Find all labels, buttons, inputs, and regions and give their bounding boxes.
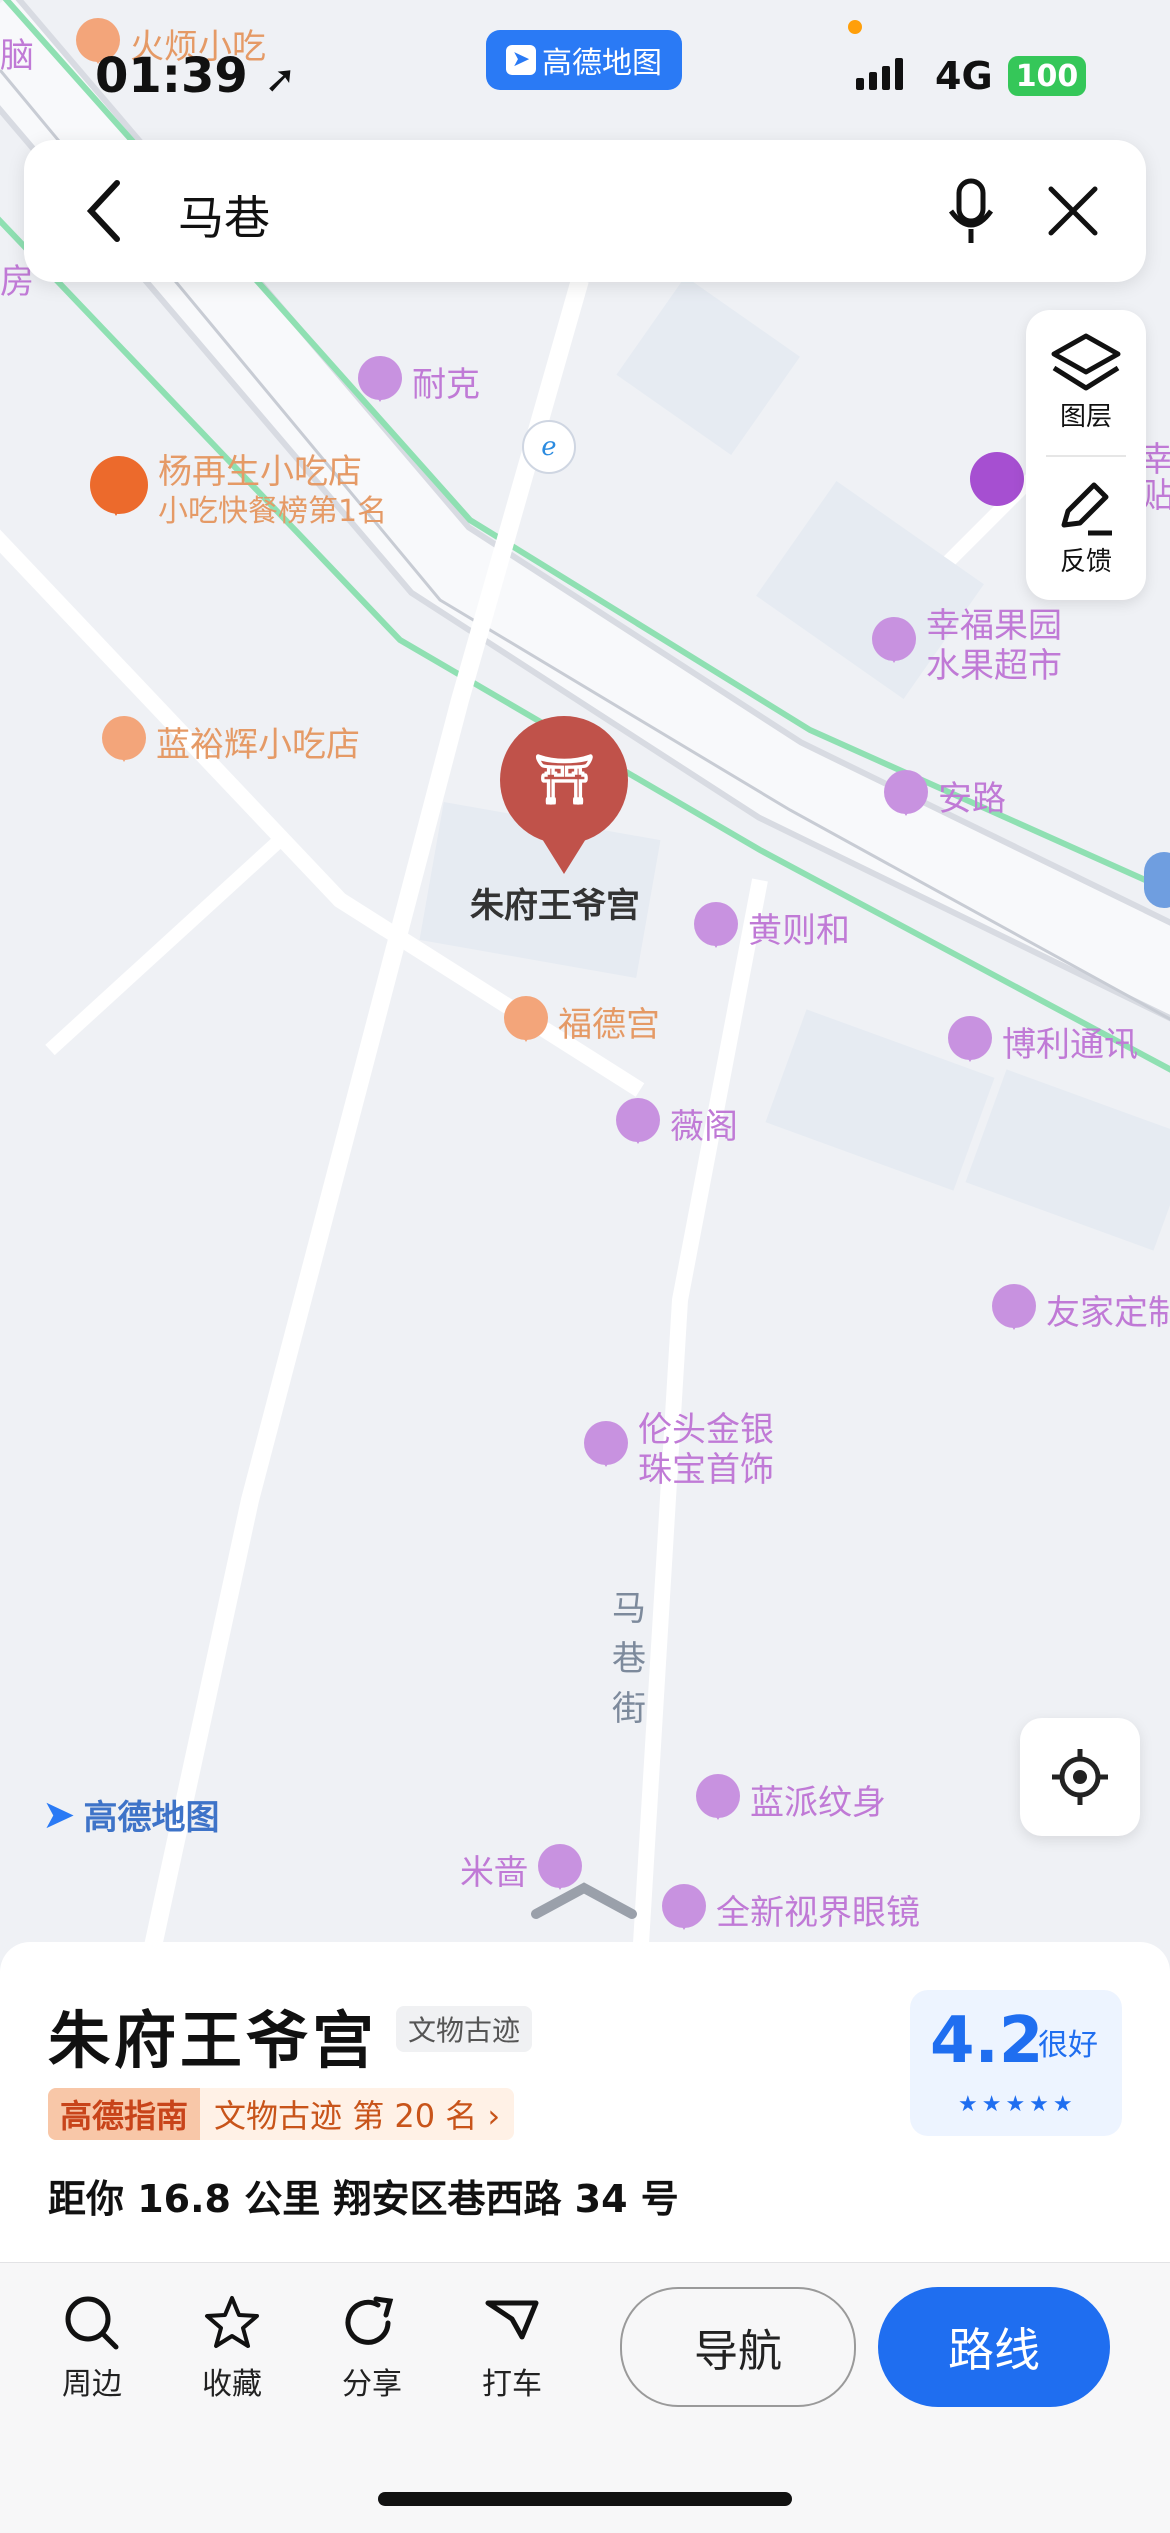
layers-button[interactable]: 图层	[1026, 310, 1146, 455]
amap-app-icon: ➤	[506, 45, 536, 75]
edit-icon	[1061, 482, 1112, 536]
microphone-icon	[948, 178, 994, 243]
shop-pin-icon	[582, 1421, 630, 1479]
rating-score: 4.2	[930, 2004, 1044, 2078]
search-icon	[65, 2296, 119, 2350]
locate-me-button[interactable]	[1020, 1718, 1140, 1836]
layers-icon	[1051, 333, 1121, 391]
right-edge-marker	[1144, 852, 1170, 908]
home-indicator[interactable]	[378, 2492, 792, 2506]
poi-xingfu-guoyuan[interactable]: 幸福果园 水果超市	[870, 606, 1062, 686]
route-button[interactable]: 路线	[878, 2287, 1110, 2407]
search-input[interactable]: 马巷	[178, 182, 270, 248]
basket-pin-icon	[870, 617, 918, 675]
selected-poi-label: 朱府王爷宫	[470, 886, 640, 926]
app-badge[interactable]: ➤ 高德地图	[486, 30, 682, 90]
poi-miqiang[interactable]: 米啬	[460, 1844, 584, 1902]
shop-pin-icon	[356, 356, 404, 414]
taxi-icon	[485, 2300, 539, 2340]
map-tools-panel: 图层 反馈	[1026, 310, 1146, 600]
shop-pin-icon	[536, 1844, 584, 1902]
amap-watermark: ➤ 高德地图	[42, 1791, 220, 1839]
poi-lanyuhui[interactable]: 蓝裕辉小吃店	[100, 716, 360, 774]
close-icon	[1048, 186, 1098, 236]
star-icon	[205, 2296, 259, 2348]
hotel-pin-icon[interactable]	[970, 452, 1026, 516]
voice-button[interactable]	[936, 172, 1006, 252]
poi-quanxin-shijie[interactable]: 全新视界眼镜	[660, 1884, 920, 1942]
chevron-left-icon	[86, 180, 120, 242]
navigate-button[interactable]: 导航	[620, 2287, 856, 2407]
restaurant-pin-icon	[88, 456, 150, 528]
poi-youjia-dingzhi[interactable]: 友家定制	[990, 1284, 1170, 1342]
location-arrow-icon: ➚	[264, 57, 297, 101]
street-label-majiang: 马 巷 街	[612, 1589, 646, 1729]
distance-address: 距你 16.8 公里 翔安区巷西路 34 号	[48, 2177, 679, 2221]
poi-weige[interactable]: 薇阁	[614, 1098, 738, 1156]
search-bar[interactable]: 马巷	[24, 140, 1146, 282]
map-roads	[0, 0, 1170, 1960]
clear-button[interactable]	[1038, 176, 1108, 246]
battery-indicator: 100	[1008, 56, 1086, 96]
temple-pin-icon	[502, 996, 550, 1054]
map-view[interactable]: 火烦小吃 脑 房 耐克 ℯ 杨再生小吃店 小吃快餐榜第1名 幸悦贴 幸福果园水果…	[0, 0, 1170, 1960]
amap-logo-icon: ➤	[42, 1791, 76, 1838]
poi-fudegong[interactable]: 福德宫	[502, 996, 660, 1054]
poi-boli-tongxun[interactable]: 博利通讯	[946, 1016, 1138, 1074]
telecom-icon[interactable]: ℯ	[522, 420, 576, 474]
poi-huangzehe[interactable]: 黄则和	[692, 902, 850, 960]
noodle-pin-icon	[100, 716, 148, 774]
ranking-text: 文物古迹 第 20 名 ›	[214, 2097, 501, 2135]
poi-yangzaisheng[interactable]: 杨再生小吃店 小吃快餐榜第1名	[88, 452, 387, 532]
signal-icon	[856, 58, 903, 90]
status-bar: 01:39 ➚ ➤ 高德地图 4G 100	[0, 0, 1170, 140]
shop-pin-icon	[660, 1884, 708, 1942]
scissors-pin-icon	[990, 1284, 1038, 1342]
rating-card[interactable]: 4.2 很好 ★★★★★	[910, 1990, 1122, 2136]
category-tag: 文物古迹	[396, 2006, 533, 2052]
rating-stars: ★★★★★	[958, 2092, 1077, 2117]
poi-anlu[interactable]: 安路	[882, 770, 1006, 828]
privacy-indicator	[848, 20, 862, 34]
feedback-button[interactable]: 反馈	[1026, 455, 1146, 600]
selected-poi-marker[interactable]: ⛩	[496, 716, 632, 876]
back-button[interactable]	[70, 176, 140, 246]
scissors-pin-icon	[694, 1774, 742, 1832]
amap-guide-logo: 高德指南	[48, 2088, 201, 2140]
poi-title: 朱府王爷宫	[48, 2004, 379, 2077]
ranking-badge[interactable]: 高德指南 文物古迹 第 20 名 ›	[48, 2088, 515, 2140]
poi-detail-sheet[interactable]: 朱府王爷宫 文物古迹 高德指南 文物古迹 第 20 名 › 距你 16.8 公里…	[0, 1942, 1170, 2262]
temple-icon: ⛩	[534, 752, 595, 808]
taxi-button[interactable]: 打车	[452, 2293, 572, 2403]
nearby-button[interactable]: 周边	[32, 2293, 152, 2403]
status-time: 01:39 ➚	[95, 48, 297, 104]
share-button[interactable]: 分享	[312, 2293, 432, 2403]
poi-lanpai-wenshen[interactable]: 蓝派纹身	[694, 1774, 886, 1832]
poi-luntou-jinyin[interactable]: 伦头金银 珠宝首饰	[582, 1410, 774, 1490]
rating-word: 很好	[1038, 2028, 1098, 2063]
network-type: 4G	[935, 54, 993, 98]
share-icon	[345, 2296, 394, 2345]
shop-pin-icon	[882, 770, 930, 828]
favorite-button[interactable]: 收藏	[172, 2293, 292, 2403]
shop-pin-icon	[692, 902, 740, 960]
poi-naike[interactable]: 耐克	[356, 356, 480, 414]
shop-pin-icon	[946, 1016, 994, 1074]
crosshair-icon	[1052, 1749, 1108, 1805]
shop-pin-icon	[614, 1098, 662, 1156]
